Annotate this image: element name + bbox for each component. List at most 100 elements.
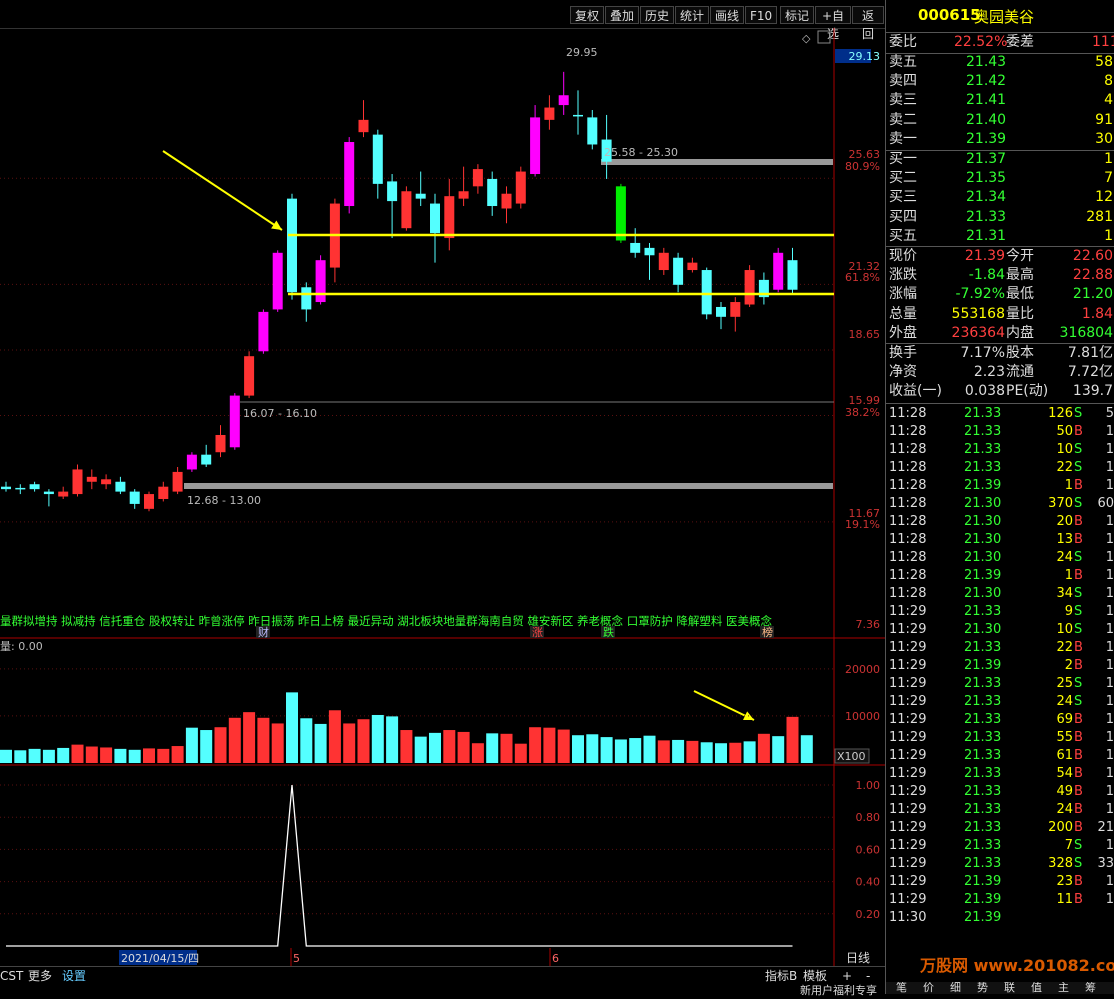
tick-time: 11:29 <box>889 874 927 889</box>
weibi-value: 22.52% <box>954 34 1008 50</box>
strip-tab-0[interactable]: 笔 <box>896 982 907 994</box>
event-marker-0[interactable]: 财 <box>258 625 269 639</box>
weicha-value: 111 <box>1092 34 1114 50</box>
volume-bar <box>543 727 556 763</box>
candle <box>29 481 40 492</box>
tick-direction: B <box>1074 658 1083 673</box>
bottom-right-item-2[interactable]: + <box>842 968 852 984</box>
tick-volume: 24 <box>1056 550 1073 565</box>
tick-direction: S <box>1074 442 1083 457</box>
tick-volume: 24 <box>1056 802 1073 817</box>
toolbar-button-3[interactable]: 统计 <box>675 6 709 24</box>
strip-tab-7[interactable]: 筹 <box>1085 982 1096 994</box>
bottom-left-item-0[interactable]: CST <box>0 968 23 984</box>
tick-price: 21.33 <box>964 676 1002 691</box>
bottom-left-item-2[interactable]: 设置 <box>62 968 86 984</box>
tick-volume: 69 <box>1056 712 1073 727</box>
tick-row: 11:29 21.39 2 B 1 <box>886 657 1114 675</box>
tick-price: 21.33 <box>964 820 1002 835</box>
tick-volume: 10 <box>1056 622 1073 637</box>
promo-text[interactable]: 新用户福利专享 <box>800 983 877 999</box>
kline-chart[interactable]: 29.1325.6380.9%21.3261.8%18.6515.9938.2%… <box>0 28 885 966</box>
volume-bar <box>514 743 527 763</box>
stat-value: 21.20 <box>1072 286 1113 303</box>
ask-volume: 4 <box>1104 92 1113 109</box>
candle <box>358 100 369 138</box>
candle <box>630 228 641 258</box>
tick-volume: 50 <box>1056 424 1073 439</box>
candle <box>716 302 726 330</box>
ask-volume: 58 <box>1095 54 1113 70</box>
toolbar-button-1[interactable]: 叠加 <box>605 6 639 24</box>
tick-direction: B <box>1074 532 1083 547</box>
candle <box>515 166 526 209</box>
volume-bar <box>0 749 12 763</box>
stat-label: 最低 <box>1006 286 1034 303</box>
toolbar-button-4[interactable]: 画线 <box>710 6 744 24</box>
candle <box>501 186 512 224</box>
stat-label: 外盘 <box>889 324 917 341</box>
bottom-right-item-1[interactable]: 模板 <box>803 968 827 984</box>
tick-price: 21.33 <box>964 694 1002 709</box>
volume-bar <box>143 748 155 763</box>
strip-tab-5[interactable]: 值 <box>1031 982 1042 994</box>
tick-time: 11:28 <box>889 550 927 565</box>
tick-row: 11:28 21.33 22 S 1 <box>886 459 1114 477</box>
bid-volume: 1 <box>1104 151 1113 167</box>
strip-tab-3[interactable]: 势 <box>977 982 988 994</box>
tick-price: 21.33 <box>964 604 1002 619</box>
volume-bar <box>700 742 713 763</box>
fund-value: 7.72亿 <box>1067 364 1113 381</box>
tick-volume: 25 <box>1056 676 1073 691</box>
strip-tab-2[interactable]: 细 <box>950 982 961 994</box>
volume-axis-label-0: 20000 <box>845 663 880 676</box>
tick-row: 11:29 21.33 69 B 1 <box>886 711 1114 729</box>
toolbar-button-6[interactable]: 标记 <box>780 6 814 24</box>
tick-direction: B <box>1074 892 1083 907</box>
tick-count: 1 <box>1105 424 1114 439</box>
diamond-icon: ◇ <box>802 32 811 45</box>
volume-bar <box>443 730 456 763</box>
toolbar-button-8[interactable]: 返回 <box>852 6 884 41</box>
bottom-right-item-3[interactable]: - <box>866 968 870 984</box>
ask-volume: 8 <box>1104 73 1113 90</box>
arrow-icon <box>162 150 283 231</box>
bottom-left-item-1[interactable]: 更多 <box>28 968 52 984</box>
strip-tab-4[interactable]: 联 <box>1004 982 1015 994</box>
fund-value: 139.7 <box>1072 383 1113 400</box>
fund-label: 收益(一) <box>889 383 942 400</box>
bid-row: 买一 21.37 1 <box>886 150 1114 169</box>
period-label[interactable]: 日线 <box>846 951 870 965</box>
settings-box-icon[interactable] <box>817 30 831 44</box>
candle <box>658 247 669 275</box>
tick-time: 11:29 <box>889 802 927 817</box>
event-marker-1[interactable]: 涨 <box>532 626 543 639</box>
ask-price: 21.43 <box>966 54 1007 70</box>
strip-tab-6[interactable]: 主 <box>1058 982 1069 994</box>
tick-direction: S <box>1074 460 1083 475</box>
tick-row: 11:29 21.39 11 B 1 <box>886 891 1114 909</box>
tick-volume: 22 <box>1056 460 1073 475</box>
volume-bar <box>314 723 327 763</box>
ask-label: 卖四 <box>889 73 917 90</box>
candle <box>129 489 140 509</box>
bid-price: 21.34 <box>966 189 1007 206</box>
toolbar-button-0[interactable]: 复权 <box>570 6 604 24</box>
toolbar-button-2[interactable]: 历史 <box>640 6 674 24</box>
strip-tab-1[interactable]: 价 <box>923 982 934 994</box>
event-marker-2[interactable]: 跌 <box>603 625 614 639</box>
bottom-right-item-0[interactable]: 指标B <box>765 968 797 984</box>
ask-row: 卖四 21.42 8 <box>886 72 1114 91</box>
zone-top-label: 25.58 - 25.30 <box>604 146 678 159</box>
tick-time: 11:28 <box>889 406 927 421</box>
tick-time: 11:28 <box>889 442 927 457</box>
candle <box>758 272 769 305</box>
toolbar-button-7[interactable]: +自选 <box>815 6 851 41</box>
tick-row: 11:29 21.33 9 S 1 <box>886 603 1114 621</box>
volume-bar <box>715 743 727 763</box>
event-marker-3[interactable]: 榜 <box>762 625 773 639</box>
candle <box>673 252 684 293</box>
toolbar-button-5[interactable]: F10 <box>745 6 777 24</box>
tick-count: 1 <box>1105 514 1114 529</box>
tick-price: 21.39 <box>964 910 1002 925</box>
